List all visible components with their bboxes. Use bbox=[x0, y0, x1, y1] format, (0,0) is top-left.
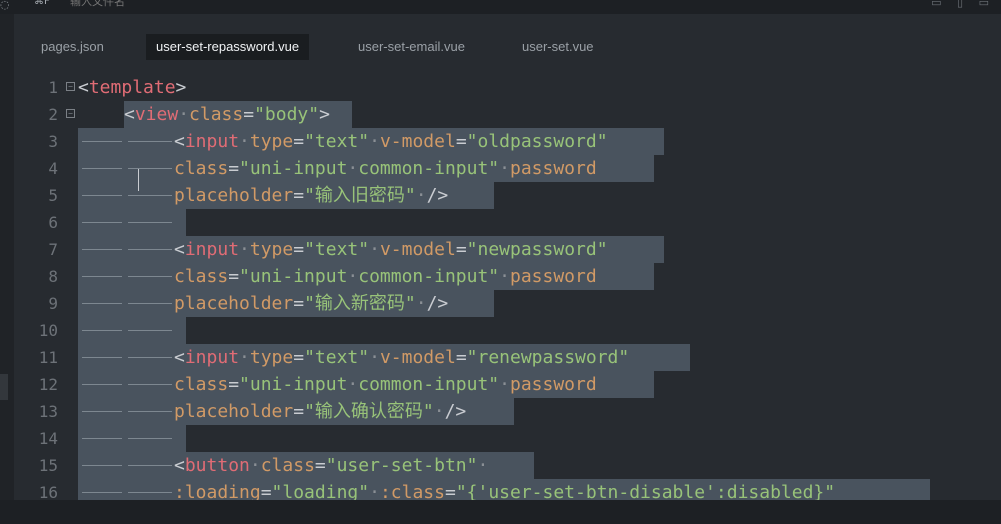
line-number: 6 bbox=[48, 213, 58, 232]
line-number: 14 bbox=[38, 429, 58, 448]
text-caret bbox=[138, 169, 139, 191]
line-number: 13 bbox=[38, 402, 58, 421]
indent-guide bbox=[82, 195, 122, 196]
line-number: 10 bbox=[38, 321, 58, 340]
code-line: 11 <input·type="text"·v-model="renewpass… bbox=[14, 344, 1001, 371]
line-number: 8 bbox=[48, 267, 58, 286]
code-text: <template> bbox=[78, 77, 187, 98]
indent-guide bbox=[82, 222, 122, 223]
line-number: 3 bbox=[48, 132, 58, 151]
fold-toggle-icon[interactable]: − bbox=[66, 82, 75, 91]
indent-guide bbox=[82, 303, 122, 304]
indent-guide bbox=[128, 330, 172, 331]
code-text: placeholder="输入确认密码"·/> bbox=[174, 401, 467, 422]
indent-guide bbox=[128, 384, 172, 385]
line-number: 11 bbox=[38, 348, 58, 367]
line-number: 7 bbox=[48, 240, 58, 259]
indent-guide bbox=[128, 168, 172, 169]
tab-pages-json[interactable]: pages.json bbox=[41, 34, 104, 60]
window-controls[interactable]: ▭ ▯ ▭ bbox=[931, 0, 995, 9]
line-number: 5 bbox=[48, 186, 58, 205]
code-line: 6 bbox=[14, 209, 1001, 236]
code-line: 2 − <view·class="body"> bbox=[14, 101, 1001, 128]
tab-user-set-repassword[interactable]: user-set-repassword.vue bbox=[146, 34, 310, 60]
code-line: 13 placeholder="输入确认密码"·/> bbox=[14, 398, 1001, 425]
line-number: 4 bbox=[48, 159, 58, 178]
activity-marker bbox=[0, 374, 8, 400]
indent-guide bbox=[128, 357, 172, 358]
code-line: 3 <input·type="text"·v-model="oldpasswor… bbox=[14, 128, 1001, 155]
code-text: class="uni-input·common-input"·password bbox=[174, 266, 597, 287]
code-text: <input·type="text"·v-model="oldpassword" bbox=[174, 131, 608, 152]
indent-guide bbox=[82, 384, 122, 385]
file-search-input[interactable] bbox=[70, 0, 190, 8]
top-search-bar: ◌ ⌘F ▭ ▯ ▭ bbox=[0, 0, 1001, 14]
indent-guide bbox=[82, 411, 122, 412]
search-shortcut-label: ⌘F bbox=[34, 0, 50, 7]
indent-guide bbox=[128, 465, 172, 466]
code-text: placeholder="输入旧密码"·/> bbox=[174, 185, 449, 206]
indent-guide bbox=[82, 492, 122, 493]
indent-guide bbox=[128, 141, 172, 142]
code-text: <input·type="text"·v-model="newpassword" bbox=[174, 239, 608, 260]
indent-guide bbox=[128, 195, 172, 196]
code-text: class="uni-input·common-input"·password bbox=[174, 374, 597, 395]
editor-window: ◌ ⌘F ▭ ▯ ▭ pages.json user-set-repasswor… bbox=[0, 0, 1001, 524]
code-editor[interactable]: 1 − <template> 2 − <view·class="body"> 3… bbox=[14, 66, 1001, 506]
code-text: placeholder="输入新密码"·/> bbox=[174, 293, 449, 314]
code-line: 15 <button·class="user-set-btn"· bbox=[14, 452, 1001, 479]
indent-guide bbox=[82, 276, 122, 277]
line-number: 12 bbox=[38, 375, 58, 394]
code-line: 8 class="uni-input·common-input"·passwor… bbox=[14, 263, 1001, 290]
code-text: <button·class="user-set-btn"· bbox=[174, 455, 489, 476]
indent-guide bbox=[82, 141, 122, 142]
code-line: 10 bbox=[14, 317, 1001, 344]
indent-guide bbox=[82, 465, 122, 466]
line-number: 2 bbox=[48, 105, 58, 124]
indent-guide bbox=[82, 249, 122, 250]
code-text: <input·type="text"·v-model="renewpasswor… bbox=[174, 347, 630, 368]
tab-bar: pages.json user-set-repassword.vue user-… bbox=[14, 26, 1001, 66]
code-line: 7 <input·type="text"·v-model="newpasswor… bbox=[14, 236, 1001, 263]
line-number: 1 bbox=[48, 78, 58, 97]
code-text: <view·class="body"> bbox=[124, 104, 330, 125]
bottom-status-strip bbox=[0, 500, 1001, 524]
code-text: class="uni-input·common-input"·password bbox=[174, 158, 597, 179]
code-line: 9 placeholder="输入新密码"·/> bbox=[14, 290, 1001, 317]
code-line: 4 class="uni-input·common-input"·passwor… bbox=[14, 155, 1001, 182]
indent-guide bbox=[128, 303, 172, 304]
indent-guide bbox=[82, 357, 122, 358]
tab-user-set-email[interactable]: user-set-email.vue bbox=[358, 34, 465, 60]
indent-guide bbox=[128, 411, 172, 412]
indent-guide bbox=[128, 249, 172, 250]
activity-strip bbox=[0, 14, 14, 524]
indent-guide bbox=[128, 438, 172, 439]
line-number: 9 bbox=[48, 294, 58, 313]
tab-user-set[interactable]: user-set.vue bbox=[522, 34, 594, 60]
indent-guide bbox=[82, 330, 122, 331]
code-line: 1 − <template> bbox=[14, 74, 1001, 101]
indent-guide bbox=[82, 168, 122, 169]
indent-guide bbox=[128, 222, 172, 223]
indent-guide bbox=[82, 438, 122, 439]
line-number: 15 bbox=[38, 456, 58, 475]
code-line: 14 bbox=[14, 425, 1001, 452]
indent-guide bbox=[128, 492, 172, 493]
indent-guide bbox=[128, 276, 172, 277]
circle-icon[interactable]: ◌ bbox=[0, 0, 10, 11]
code-line: 12 class="uni-input·common-input"·passwo… bbox=[14, 371, 1001, 398]
fold-toggle-icon[interactable]: − bbox=[66, 109, 75, 118]
code-line: 5 placeholder="输入旧密码"·/> bbox=[14, 182, 1001, 209]
